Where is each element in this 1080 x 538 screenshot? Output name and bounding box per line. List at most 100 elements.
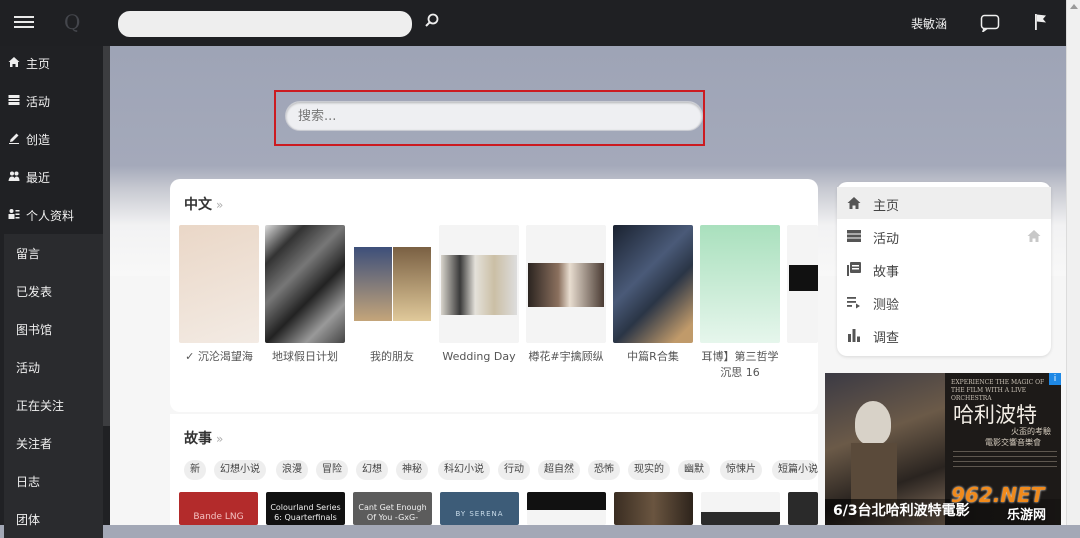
genre-tag[interactable]: 科幻小说 — [438, 460, 490, 480]
sidebar-item-profile[interactable]: 个人资料 — [0, 196, 103, 234]
book-cover — [526, 225, 606, 343]
genre-tag[interactable]: 恐怖 — [588, 460, 620, 480]
sidebar-item-create[interactable]: 创造 — [0, 120, 103, 158]
sidebar-subitem-library[interactable]: 图书馆 — [4, 310, 103, 348]
book-item[interactable]: 耳博】第三哲学沉思 16 — [700, 225, 780, 381]
genre-tag[interactable]: 幻想 — [356, 460, 388, 480]
more-arrow-icon: » — [216, 198, 224, 212]
book-cover — [439, 225, 519, 343]
book-item[interactable]: 我的朋友 — [352, 225, 432, 365]
book-title: 樽花#宇擒顾纵 — [528, 350, 604, 363]
sidebar-item-label: 活动 — [26, 95, 51, 109]
poll-icon — [848, 329, 860, 342]
scroll-up-arrow-icon[interactable] — [1070, 4, 1078, 9]
username[interactable]: 裴敏涵 — [911, 15, 947, 32]
story-cover[interactable] — [614, 492, 693, 525]
right-nav-label: 活动 — [873, 232, 900, 247]
book-title: 耳博】第三哲学沉思 16 — [701, 350, 779, 379]
book-item[interactable]: 樽花#宇擒顾纵 — [526, 225, 606, 365]
sidebar-subitem-label: 正在关注 — [16, 399, 65, 413]
main-search-input[interactable] — [285, 101, 703, 131]
genre-tag[interactable]: 冒险 — [316, 460, 348, 480]
section-title-story[interactable]: 故事 » — [184, 428, 223, 448]
right-nav-stories[interactable]: 故事 — [837, 253, 1051, 285]
book-item[interactable] — [787, 225, 818, 349]
section-title-text: 中文 — [184, 197, 212, 213]
story-cover[interactable] — [701, 492, 780, 525]
message-icon[interactable] — [980, 14, 1000, 32]
book-cover — [179, 225, 259, 343]
sidebar-subitem-label: 关注者 — [16, 437, 53, 451]
sidebar-item-label: 创造 — [26, 133, 51, 147]
sidebar-item-activity[interactable]: 活动 — [0, 82, 103, 120]
genre-tag[interactable]: 幻想小说 — [214, 460, 266, 480]
ad-info-icon[interactable]: i — [1049, 373, 1061, 385]
story-cover[interactable] — [788, 492, 818, 525]
story-cover[interactable]: BY SERENA — [440, 492, 519, 525]
right-nav-activity[interactable]: 活动 — [837, 220, 1051, 252]
book-cover — [700, 225, 780, 343]
sidebar-item-home[interactable]: 主页 — [0, 44, 103, 82]
book-title: ✓ 沉沦渴望海 — [185, 350, 253, 363]
sidebar-subitem-journal[interactable]: 日志 — [4, 462, 103, 500]
right-nav-quiz[interactable]: 测验 — [837, 286, 1051, 318]
book-cover-panel — [789, 265, 818, 291]
window-scrollbar[interactable] — [1066, 0, 1080, 525]
genre-tag[interactable]: 现实的 — [628, 460, 670, 480]
sidebar-subitem-followers[interactable]: 关注者 — [4, 424, 103, 462]
sidebar-subitem-following[interactable]: 正在关注 — [4, 386, 103, 424]
section-title-chinese[interactable]: 中文 » — [184, 194, 223, 214]
sidebar-subitem-groups[interactable]: 团体 — [4, 500, 103, 538]
profile-icon — [8, 209, 20, 219]
sidebar-subitem-activity[interactable]: 活动 — [4, 348, 103, 386]
book-item[interactable]: 中篇R合集 — [613, 225, 693, 365]
genre-tag[interactable]: 浪漫 — [276, 460, 308, 480]
flag-icon[interactable] — [1033, 13, 1049, 31]
watermark-text: 乐游网 — [1007, 508, 1047, 523]
advertisement-banner[interactable]: EXPERIENCE THE MAGIC OF THE FILM WITH A … — [825, 373, 1061, 525]
story-cover[interactable]: Colourland Series 6: Quarterfinals — [266, 492, 345, 525]
genre-tag[interactable]: 神秘 — [396, 460, 428, 480]
activity-icon — [847, 230, 861, 242]
genre-tag[interactable]: 短篇小说 — [772, 460, 818, 480]
logo[interactable]: Q — [64, 10, 80, 34]
right-nav-poll[interactable]: 调查 — [837, 319, 1051, 351]
sidebar-subitem-messages[interactable]: 留言 — [4, 234, 103, 272]
ad-image-figure — [855, 401, 891, 445]
home-icon[interactable] — [1027, 229, 1041, 243]
story-cover[interactable]: Bande LNG — [179, 492, 258, 525]
book-item[interactable]: Wedding Day — [439, 225, 519, 365]
sidebar-subitem-label: 留言 — [16, 247, 41, 261]
sidebar-scrollbar[interactable] — [103, 46, 110, 426]
genre-tag[interactable]: 行动 — [498, 460, 530, 480]
story-cover[interactable] — [527, 492, 606, 525]
top-search-input[interactable] — [118, 11, 412, 37]
ad-concert: 電影交響音樂會 — [985, 438, 1041, 447]
book-item[interactable]: ✓ 沉沦渴望海 — [179, 225, 259, 365]
genre-tag[interactable]: 超自然 — [538, 460, 580, 480]
sidebar-item-label: 个人资料 — [26, 209, 75, 223]
book-cover — [787, 225, 818, 343]
menu-icon[interactable] — [14, 13, 34, 31]
sidebar-subitem-published[interactable]: 已发表 — [4, 272, 103, 310]
top-bar: Q 裴敏涵 — [0, 0, 1066, 46]
right-nav-home[interactable]: 主页 — [837, 187, 1051, 219]
sidebar-subitem-label: 团体 — [16, 513, 41, 527]
sidebar-subitem-label: 日志 — [16, 475, 41, 489]
sidebar-subitem-label: 活动 — [16, 361, 41, 375]
book-item[interactable]: 地球假日计划 — [265, 225, 345, 365]
right-nav-label: 主页 — [873, 199, 900, 214]
right-nav-label: 测验 — [873, 298, 900, 313]
story-cover[interactable]: Cant Get Enough Of You -GxG- — [353, 492, 432, 525]
sidebar-item-recent[interactable]: 最近 — [0, 158, 103, 196]
book-cover — [265, 225, 345, 343]
sidebar-item-label: 主页 — [26, 57, 51, 71]
home-icon — [847, 197, 861, 209]
genre-tag[interactable]: 幽默 — [678, 460, 710, 480]
book-cover-panel — [528, 263, 604, 307]
genre-tag[interactable]: 惊悚片 — [720, 460, 762, 480]
genre-tag[interactable]: 新 — [184, 460, 206, 480]
book-cover — [352, 225, 432, 343]
right-nav-panel: 主页 活动 故事 测验 调查 — [837, 182, 1051, 356]
search-icon[interactable] — [423, 12, 441, 30]
